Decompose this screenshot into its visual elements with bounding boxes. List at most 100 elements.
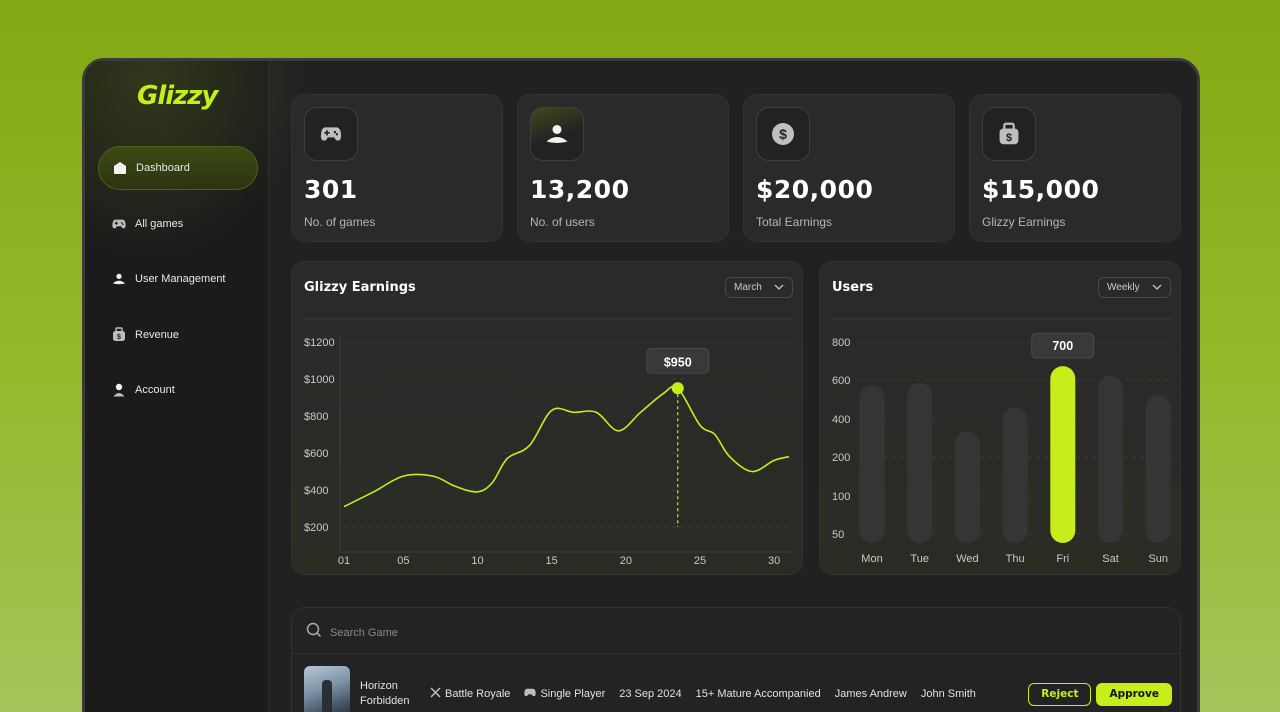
tooltip-label: $950 [664,355,692,369]
bar [1145,395,1171,543]
sidebar-item-label: All games [135,217,184,230]
search-icon [306,622,322,643]
x-tick-label: Sun [1148,553,1168,565]
sidebar-item-label: Revenue [135,328,180,341]
bar [1098,375,1123,543]
gamepad-icon [304,107,358,161]
game-rating: 15+ Mature Accompanied [695,688,821,700]
game-thumbnail [304,666,350,712]
logo[interactable]: Glizzy [137,81,218,111]
table-row[interactable]: Horizon Forbidden Battle Royale Single P… [304,664,1172,712]
x-tick-label: 30 [768,555,780,567]
x-tick-label: Fri [1056,553,1069,565]
game-developer: James Andrew [834,688,907,700]
y-tick-label: $600 [304,448,328,460]
series-line [343,385,790,508]
game-name: Horizon Forbidden [360,680,410,707]
game-mode: Single Player [524,688,605,700]
users-bar-chart: 800 600 400 200 100 50 Mon Tue Wed Thu Fri 700 Sat Su… [830,318,1174,565]
stat-label: Total Earnings [756,215,833,229]
earnings-line-chart: $1200 $1000 $800 $600 $400 $200 01 05 10 15 20 25 30… [302,318,794,567]
dollar-icon: $ [756,107,810,161]
bar [954,431,980,543]
stat-value: 13,200 [530,175,630,204]
stat-value: 301 [304,175,358,204]
x-tick-label: Tue [910,553,929,565]
svg-text:$: $ [117,334,121,341]
game-date: 23 Sep 2024 [619,688,682,700]
svg-text:$: $ [779,126,787,142]
sidebar: Glizzy Dashboard All games User Manageme… [85,61,305,712]
earnings-panel: Glizzy Earnings March $1200 $1000 $800 $600… [291,261,803,575]
stat-card-total-earnings: $ $20,000 Total Earnings [743,94,955,242]
x-tick-label: Sat [1102,553,1119,565]
bar [859,385,885,543]
highlight-point [671,382,684,395]
stat-card-glizzy-earnings: $ $15,000 Glizzy Earnings [969,94,1181,242]
sidebar-item-label: User Management [135,273,226,285]
sidebar-item-revenue[interactable]: $ Revenue [98,313,258,357]
genre-label: Battle Royale [445,688,511,700]
app-window: Glizzy Dashboard All games User Manageme… [82,58,1200,712]
search-input[interactable] [330,626,630,639]
stat-value: $15,000 [982,175,1100,204]
users-icon [112,272,126,286]
y-tick-label: $400 [304,485,328,497]
tooltip-label: 700 [1052,339,1073,353]
sidebar-item-label: Dashboard [136,162,190,174]
x-tick-label: Thu [1006,553,1025,565]
bar [1002,407,1028,543]
sidebar-nav: Dashboard All games User Management $ Re… [98,146,258,424]
bar [907,383,933,543]
y-tick-label: 600 [832,375,850,387]
x-tick-label: Wed [956,553,978,565]
sidebar-item-dashboard[interactable]: Dashboard [98,146,258,190]
search-bar [306,622,630,643]
x-tick-label: 05 [397,555,409,567]
y-tick-label: 100 [832,491,850,503]
game-list-panel: Horizon Forbidden Battle Royale Single P… [291,607,1181,712]
stat-label: No. of users [530,215,595,229]
users-icon [530,107,584,161]
y-tick-label: 400 [832,414,850,426]
y-tick-label: 200 [832,452,850,464]
mode-label: Single Player [540,688,606,700]
home-icon [113,161,127,175]
approve-button[interactable]: Approve [1096,682,1172,706]
y-tick-label: 50 [832,529,844,541]
sidebar-item-all-games[interactable]: All games [98,202,258,246]
sidebar-item-label: Account [135,384,175,396]
money-bag-icon: $ [982,107,1036,161]
divider [292,653,1180,654]
game-publisher: John Smith [920,688,976,700]
x-tick-label: Mon [861,553,882,565]
x-tick-label: 20 [620,555,632,567]
stat-value: $20,000 [756,175,874,204]
gamepad-icon [524,688,537,700]
user-icon [112,383,126,397]
svg-text:$: $ [1006,132,1012,144]
stat-card-users: 13,200 No. of users [517,94,729,242]
sidebar-item-user-management[interactable]: User Management [98,257,258,301]
money-bag-icon: $ [112,327,126,342]
bar [1050,366,1076,543]
stat-label: No. of games [304,215,376,229]
x-tick-label: 15 [546,555,558,567]
stat-label: Glizzy Earnings [982,215,1066,229]
y-tick-label: $800 [304,411,328,423]
sidebar-item-account[interactable]: Account [98,368,258,412]
game-genre: Battle Royale [430,687,510,701]
x-tick-label: 25 [694,555,706,567]
y-tick-label: $1200 [304,337,335,349]
x-tick-label: 01 [338,555,350,567]
y-tick-label: $200 [304,522,328,534]
users-panel: Users Weekly 800 600 400 200 100 50 Mon Tue Wed T… [819,261,1181,575]
y-tick-label: $1000 [304,374,335,386]
reject-button[interactable]: Reject [1028,682,1092,706]
swords-icon [430,687,441,701]
gamepad-icon [112,217,126,231]
row-actions: Reject Approve [1028,682,1172,706]
stat-card-games: 301 No. of games [291,94,503,242]
x-tick-label: 10 [471,555,483,567]
y-tick-label: 800 [832,337,850,349]
